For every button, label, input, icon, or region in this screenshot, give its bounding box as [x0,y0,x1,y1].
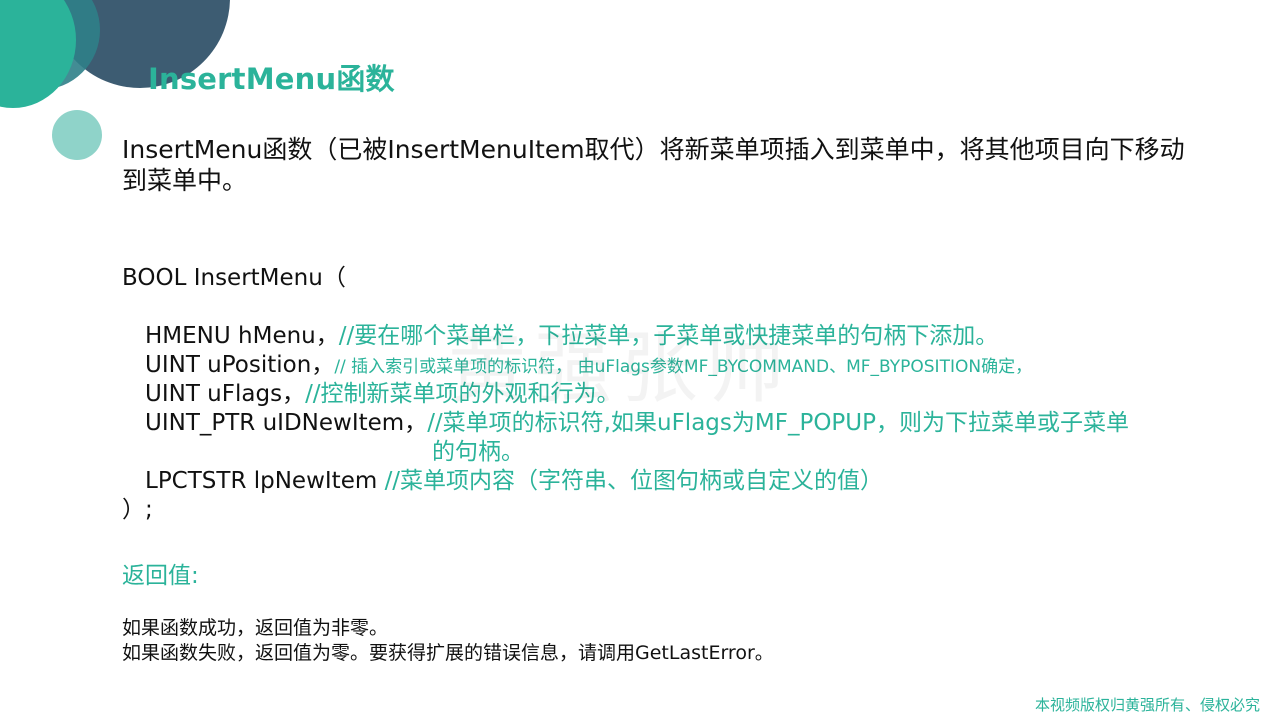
param-lpnewitem: LPCTSTR lpNewItem //菜单项内容（字符串、位图句柄或自定义的值… [145,467,883,495]
return-heading: 返回值: [122,563,199,589]
param-text: HMENU hMenu， [145,323,339,349]
code-footer: ）; [122,497,153,523]
param-text: UINT uPosition， [145,352,335,378]
param-comment: //菜单项内容（字符串、位图句柄或自定义的值） [384,468,884,494]
slide-title: InsertMenu函数 [148,62,395,96]
intro-paragraph: InsertMenu函数（已被InsertMenuItem取代）将新菜单项插入到… [122,135,1185,195]
code-header: BOOL InsertMenu（ [122,265,346,291]
decor-circle-small [52,110,102,160]
return-line-failure: 如果函数失败，返回值为零。要获得扩展的错误信息，请调用GetLastError。 [122,642,774,664]
param-text: UINT_PTR uIDNewItem， [145,410,428,436]
copyright-notice: 本视频版权归黄强所有、侵权必究 [1034,696,1260,714]
param-text: UINT uFlags， [145,381,306,407]
decor-circle-teal [0,0,76,108]
return-line-success: 如果函数成功，返回值为非零。 [122,617,389,639]
param-text: LPCTSTR lpNewItem [145,468,385,494]
watermark: 黄强张帅 [448,306,792,418]
param-comment-continued: 的句柄。 [432,439,524,465]
